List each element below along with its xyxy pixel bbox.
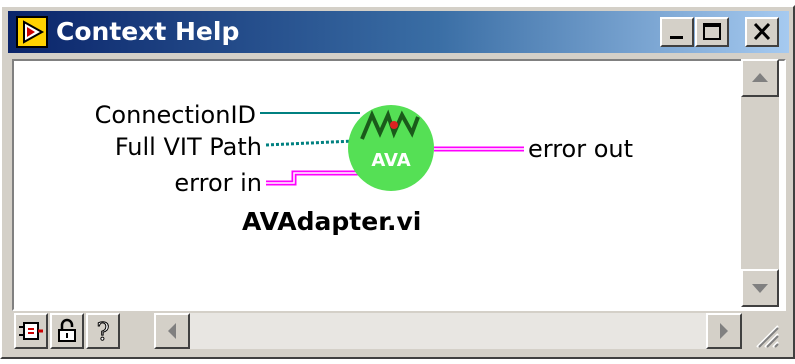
arrow-left-icon [168,323,176,339]
scroll-left-button[interactable] [154,313,190,349]
output-terminal-error-out: error out [528,135,634,163]
arrow-right-icon [720,323,728,339]
vi-name-label: AVAdapter.vi [242,207,422,236]
maximize-icon [703,23,721,40]
input-terminal-error-in: error in [174,169,262,197]
help-question-icon: ? [96,318,110,347]
lock-icon [58,318,76,342]
title-bar[interactable]: Context Help [8,11,789,53]
vi-icon-label: AVA [371,150,410,171]
close-button[interactable] [745,17,779,47]
svg-text:?: ? [97,318,110,346]
horizontal-scrollbar[interactable] [154,313,742,349]
minimize-icon [670,36,683,39]
show-optional-terminals-icon [19,322,43,340]
scroll-down-button[interactable] [741,269,779,307]
resize-grip-icon[interactable] [747,313,780,349]
minimize-button[interactable] [660,17,694,47]
vertical-scrollbar[interactable] [741,59,779,307]
show-optional-terminals-button[interactable] [14,313,48,349]
help-content-area: ConnectionID Full VIT Path error in erro… [12,59,786,311]
scroll-right-button[interactable] [706,313,742,349]
labview-app-icon [16,16,48,48]
window-title: Context Help [56,17,240,46]
context-help-window: Context Help ConnectionID Full VIT Path … [0,5,795,359]
bottom-toolbar: ? [12,311,780,351]
arrow-up-icon [752,73,768,82]
maximize-button[interactable] [695,17,729,47]
arrow-down-icon [752,284,768,293]
ava-vi-icon: AVA [348,105,434,191]
scroll-up-button[interactable] [741,59,779,97]
input-terminal-full-vit-path: Full VIT Path [114,133,262,161]
lock-button[interactable] [50,313,84,349]
close-icon [753,22,771,41]
input-terminal-connectionid: ConnectionID [94,101,256,129]
detailed-help-button[interactable]: ? [86,313,120,349]
